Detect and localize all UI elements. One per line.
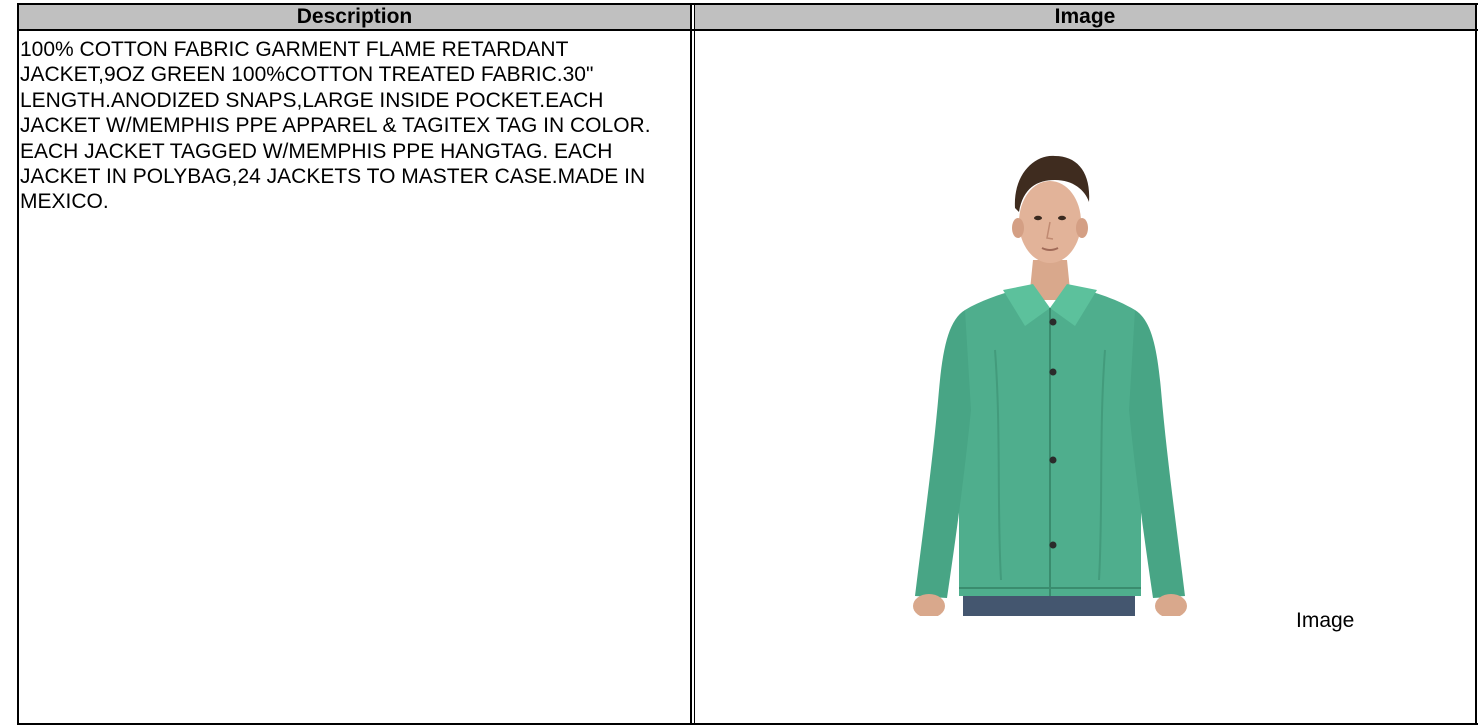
table-bottom-border (17, 723, 1478, 725)
header-description: Description (19, 5, 690, 29)
product-table: Description Image 100% COTTON FABRIC GAR… (0, 0, 1478, 726)
product-photo (905, 150, 1195, 618)
jacket-illustration (913, 155, 1187, 618)
table-right-border (1475, 3, 1477, 725)
product-description: 100% COTTON FABRIC GARMENT FLAME RETARDA… (20, 38, 651, 214)
image-alt-text: Image (1296, 609, 1355, 632)
header-bottom-border (17, 29, 1478, 31)
table-left-border (17, 3, 19, 725)
header-image: Image (695, 5, 1475, 29)
column-divider-inner (694, 3, 695, 725)
column-divider (690, 3, 692, 725)
